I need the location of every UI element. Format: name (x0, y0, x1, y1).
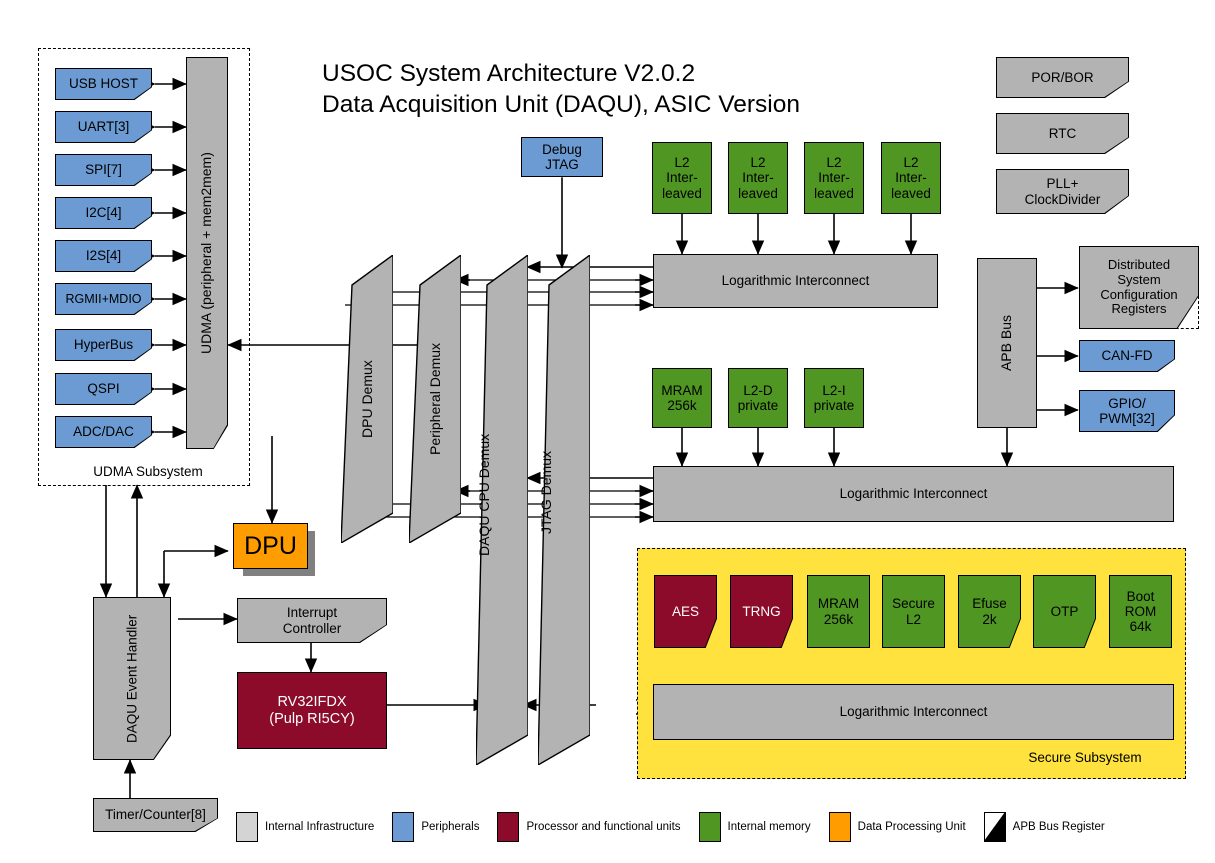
legend-swatch (392, 812, 415, 842)
legend-label: APB Bus Register (1012, 821, 1105, 833)
demux-daqu-cpu[interactable]: DAQU CPU Demux (476, 255, 528, 765)
block-gpio-pwm[interactable]: GPIO/ PWM[32] (1079, 390, 1175, 432)
legend-swatch (236, 812, 258, 842)
legend-swatch (497, 812, 520, 842)
legend-label: Data Processing Unit (857, 821, 966, 833)
diagram-title: USOC System Architecture V2.0.2 Data Acq… (322, 60, 800, 119)
memory-l2-d-private[interactable]: L2-D private (728, 368, 788, 428)
block-rtc[interactable]: RTC (996, 113, 1129, 154)
peripheral-label: RGMII+MDIO (65, 292, 142, 306)
demux-peripheral[interactable]: Peripheral Demux (409, 255, 461, 543)
legend-item-internal-memory: Internal memory (698, 812, 811, 842)
peripheral-label: ADC/DAC (73, 424, 134, 440)
block-label: PLL+ ClockDivider (1024, 176, 1101, 207)
secure-block-otp[interactable]: OTP (1033, 575, 1096, 648)
legend-item-processor-units: Processor and functional units (497, 812, 681, 842)
peripheral-label: SPI[7] (85, 162, 122, 178)
memory-l2-interleaved-2[interactable]: L2 Inter- leaved (804, 142, 864, 214)
block-label: Timer/Counter[8] (105, 807, 206, 823)
block-label: TRNG (742, 603, 781, 619)
peripheral-label: I2C[4] (85, 205, 122, 221)
peripheral-label: I2S[4] (85, 248, 122, 264)
block-label: Interrupt Controller (282, 605, 342, 636)
debug-jtag-block[interactable]: Debug JTAG (521, 137, 603, 177)
interconnect-top[interactable]: Logarithmic Interconnect (653, 254, 938, 308)
udma-bus-label: UDMA (peripheral + mem2mem) (198, 152, 215, 354)
dpu-block[interactable]: DPU (233, 523, 308, 569)
peripheral-label: QSPI (87, 381, 120, 397)
secure-block-trng[interactable]: TRNG (730, 575, 793, 648)
secure-block-mram[interactable]: MRAM 256k (807, 575, 870, 648)
interrupt-controller[interactable]: Interrupt Controller (237, 598, 387, 643)
demux-dpu[interactable]: DPU Demux (341, 255, 393, 543)
block-label: AES (671, 603, 699, 619)
block-label: RTC (1048, 125, 1077, 141)
legend-swatch-apb-fold-icon (983, 812, 1006, 842)
secure-block-boot-rom[interactable]: Boot ROM 64k (1109, 575, 1172, 648)
timer-counter[interactable]: Timer/Counter[8] (93, 798, 218, 832)
peripheral-i2c[interactable]: I2C[4] (55, 197, 152, 229)
block-can-fd[interactable]: CAN-FD (1079, 340, 1175, 372)
demux-label: JTAG Demux (538, 451, 554, 534)
legend-label: Processor and functional units (526, 821, 681, 833)
architecture-diagram: USOC System Architecture V2.0.2 Data Acq… (0, 0, 1215, 863)
peripheral-spi[interactable]: SPI[7] (55, 154, 152, 186)
apb-bus-label: APB Bus (998, 314, 1015, 372)
udma-bus[interactable]: UDMA (peripheral + mem2mem) (186, 57, 228, 449)
block-label: Distributed System Configuration Registe… (1100, 257, 1178, 317)
peripheral-adc-dac[interactable]: ADC/DAC (55, 416, 152, 448)
memory-mram-256k[interactable]: MRAM 256k (652, 368, 712, 428)
memory-l2-interleaved-1[interactable]: L2 Inter- leaved (728, 142, 788, 214)
interconnect-mid[interactable]: Logarithmic Interconnect (653, 466, 1174, 522)
peripheral-label: UART[3] (77, 119, 130, 135)
secure-subsystem-caption: Secure Subsystem (1028, 750, 1142, 765)
block-label: POR/BOR (1031, 69, 1094, 85)
distributed-system-configuration-registers[interactable]: Distributed System Configuration Registe… (1079, 246, 1199, 329)
peripheral-i2s[interactable]: I2S[4] (55, 240, 152, 272)
peripheral-uart[interactable]: UART[3] (55, 111, 152, 143)
secure-block-secure-l2[interactable]: Secure L2 (882, 575, 945, 648)
legend-item-data-processing-unit: Data Processing Unit (828, 812, 966, 842)
demux-label: DPU Demux (359, 360, 375, 438)
legend-label: Internal memory (727, 821, 811, 833)
block-pll-clockdivider[interactable]: PLL+ ClockDivider (996, 169, 1129, 214)
memory-l2-interleaved-3[interactable]: L2 Inter- leaved (881, 142, 941, 214)
legend-swatch (828, 812, 851, 842)
legend-swatch (698, 812, 721, 842)
peripheral-rgmii-mdio[interactable]: RGMII+MDIO (55, 283, 152, 315)
block-label: DAQU Event Handler (124, 614, 140, 743)
legend-item-peripherals: Peripherals (392, 812, 479, 842)
apb-bus[interactable]: APB Bus (977, 258, 1037, 428)
peripheral-label: HyperBus (73, 337, 134, 353)
memory-l2-interleaved-0[interactable]: L2 Inter- leaved (652, 142, 712, 214)
demux-jtag[interactable]: JTAG Demux (538, 255, 590, 765)
block-label: GPIO/ PWM[32] (1099, 395, 1155, 426)
demux-label: Peripheral Demux (427, 342, 443, 456)
block-por-bor[interactable]: POR/BOR (996, 57, 1129, 98)
daqu-event-handler[interactable]: DAQU Event Handler (93, 597, 171, 760)
legend: Internal Infrastructure Peripherals Proc… (236, 812, 1123, 842)
cpu-rv32ifdx[interactable]: RV32IFDX (Pulp RI5CY) (237, 672, 387, 749)
legend-label: Peripherals (421, 821, 480, 833)
memory-l2-i-private[interactable]: L2-I private (804, 368, 864, 428)
legend-label: Internal Infrastructure (265, 821, 375, 833)
block-label: Efuse 2k (972, 596, 1007, 627)
legend-item-apb-bus-register: APB Bus Register (983, 812, 1105, 842)
peripheral-hyperbus[interactable]: HyperBus (55, 329, 152, 361)
peripheral-usb-host[interactable]: USB HOST (55, 68, 152, 100)
secure-interconnect[interactable]: Logarithmic Interconnect (653, 684, 1174, 740)
udma-subsystem-caption: UDMA Subsystem (93, 464, 203, 479)
demux-label: DAQU CPU Demux (476, 433, 492, 557)
peripheral-qspi[interactable]: QSPI (55, 373, 152, 405)
block-label: OTP (1050, 603, 1079, 619)
legend-item-internal-infrastructure: Internal Infrastructure (236, 812, 374, 842)
secure-block-aes[interactable]: AES (654, 575, 717, 648)
peripheral-label: USB HOST (68, 76, 138, 92)
block-label: CAN-FD (1101, 348, 1153, 364)
secure-block-efuse[interactable]: Efuse 2k (958, 575, 1021, 648)
